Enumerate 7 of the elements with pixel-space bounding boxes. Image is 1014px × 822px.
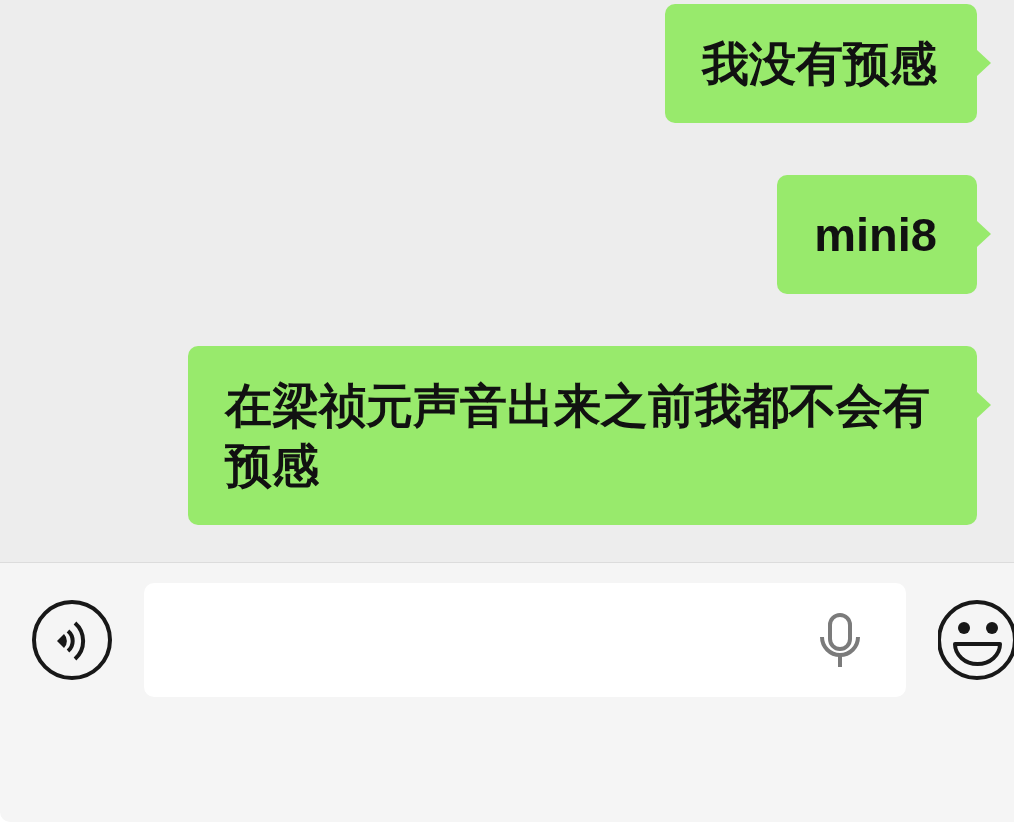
smiley-icon[interactable] bbox=[938, 600, 1014, 680]
message-input-field[interactable] bbox=[144, 583, 906, 697]
microphone-icon[interactable] bbox=[820, 613, 860, 667]
message-bubble: mini8 bbox=[777, 175, 991, 294]
message-bubble: 在梁祯元声音出来之前我都不会有预感 bbox=[188, 346, 991, 525]
message-bubble: 我没有预感 bbox=[665, 4, 991, 123]
sound-wave-icon[interactable] bbox=[32, 600, 112, 680]
